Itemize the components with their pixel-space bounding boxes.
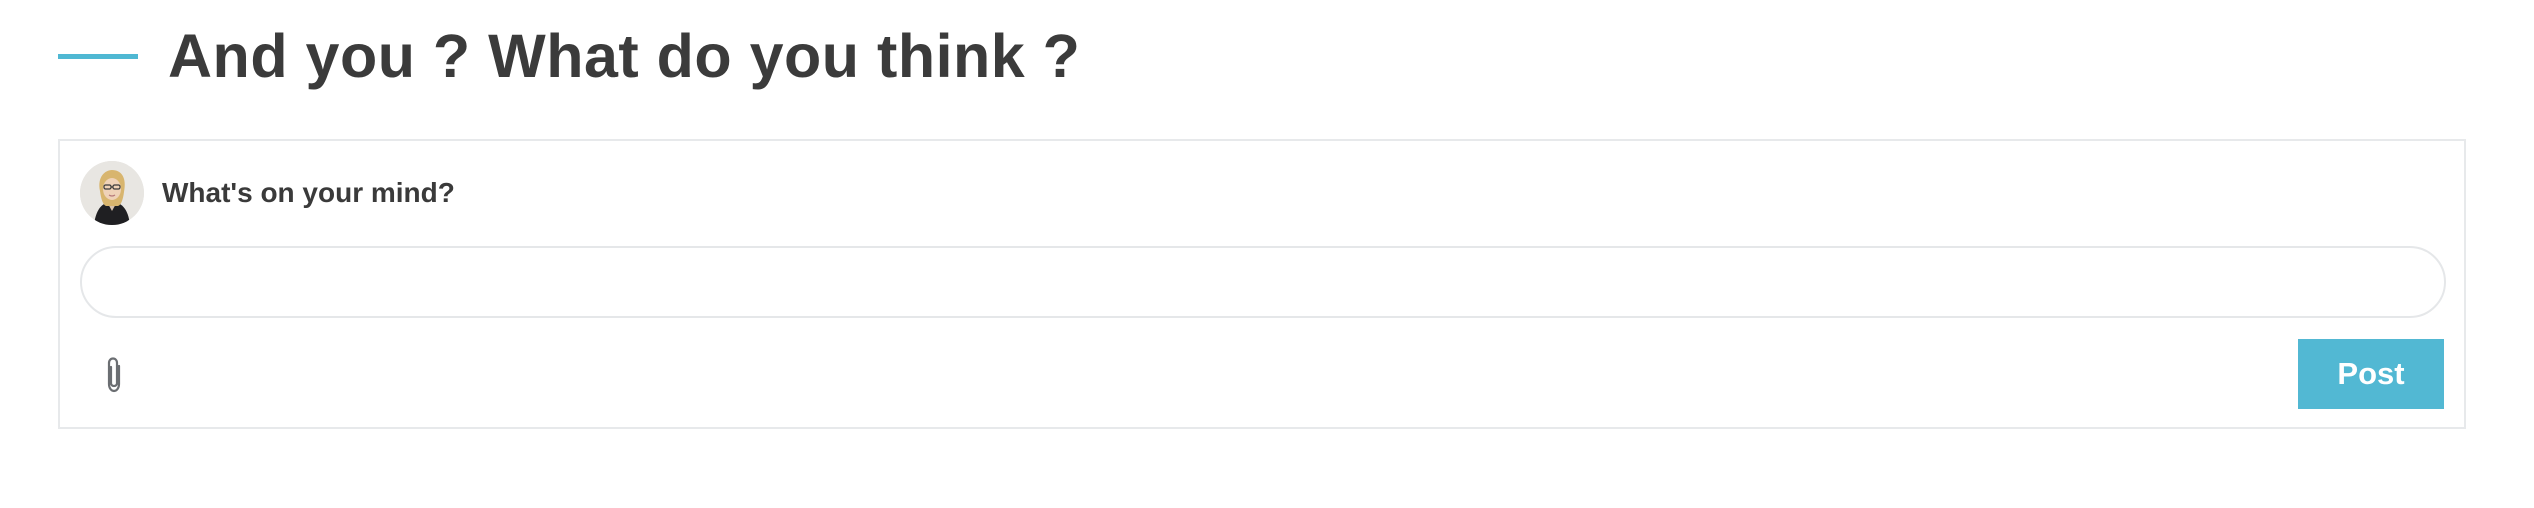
section-heading: And you ? What do you think ? [58, 14, 1080, 98]
paperclip-icon [107, 357, 121, 393]
section-title: And you ? What do you think ? [168, 22, 1081, 90]
avatar-image [80, 161, 144, 225]
heading-accent-line [58, 53, 138, 59]
post-composer: What's on your mind? Post [58, 139, 2466, 429]
composer-header: What's on your mind? [80, 161, 455, 225]
post-button[interactable]: Post [2298, 339, 2444, 409]
post-text-input[interactable] [80, 246, 2446, 318]
avatar[interactable] [80, 161, 144, 225]
attach-button[interactable] [94, 350, 134, 400]
composer-prompt: What's on your mind? [162, 177, 455, 208]
